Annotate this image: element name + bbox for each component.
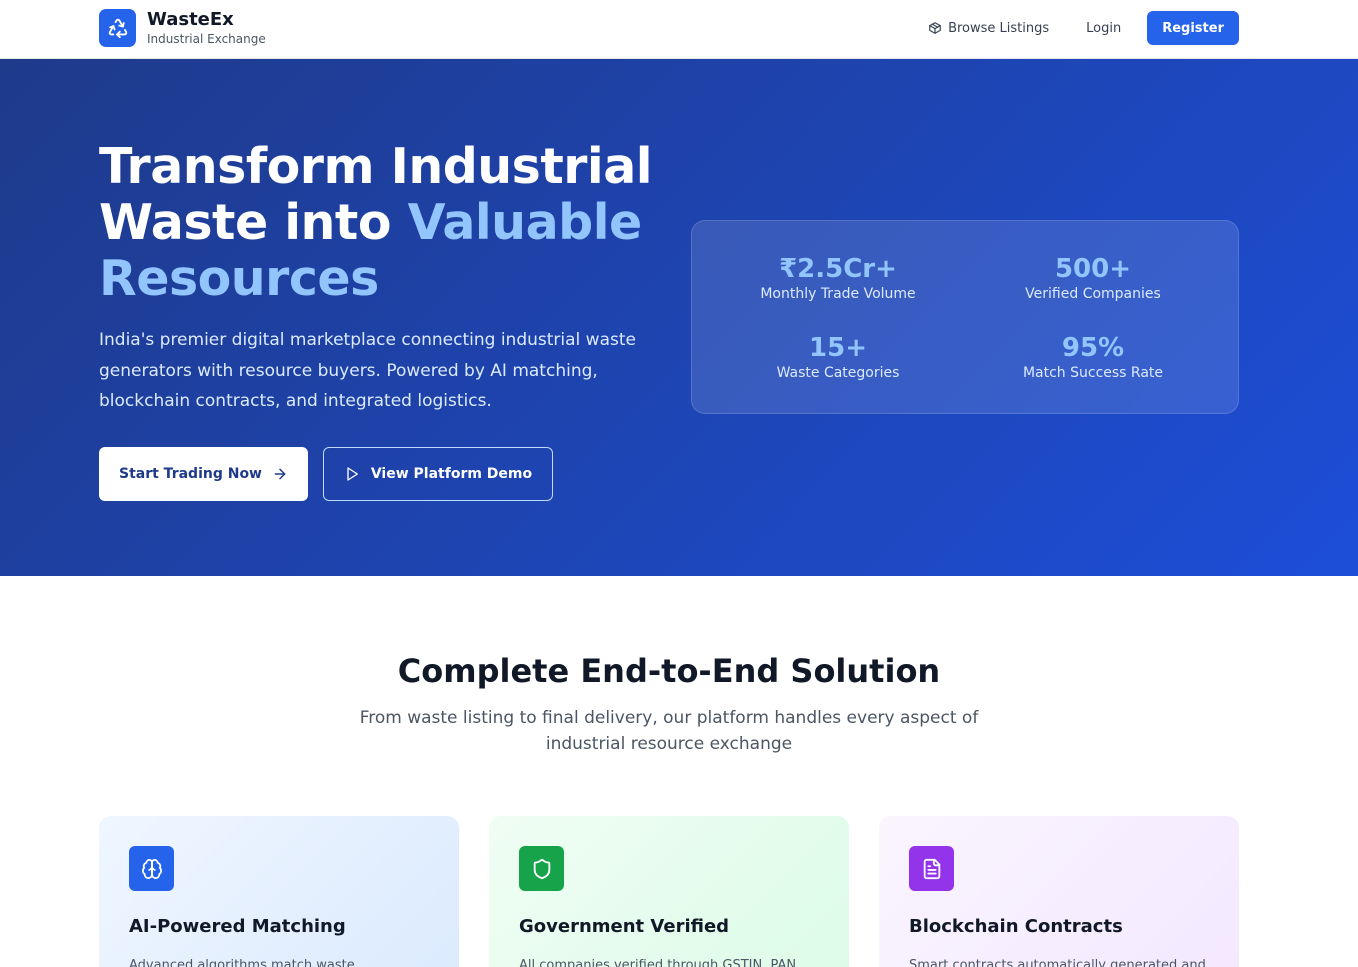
stat-waste-categories: 15+ Waste Categories: [728, 332, 948, 382]
stat-label: Waste Categories: [776, 365, 900, 381]
hero-description: India's premier digital marketplace conn…: [99, 330, 636, 411]
hero-title-line2b: Valuable: [407, 194, 643, 251]
stat-match-success: 95% Match Success Rate: [983, 332, 1203, 382]
start-trading-label: Start Trading Now: [118, 466, 262, 482]
feature-card-ai-matching[interactable]: AI-Powered Matching Advanced algorithms …: [99, 816, 459, 967]
top-navbar: WasteEx Industrial Exchange Browse Listi…: [0, 0, 1358, 59]
card-title: Blockchain Contracts: [909, 916, 1123, 937]
card-title: AI-Powered Matching: [129, 916, 346, 937]
arrow-right-icon: [274, 468, 286, 480]
hero-title-line1: Transform Industrial: [99, 138, 653, 195]
register-button[interactable]: Register: [1147, 11, 1239, 45]
stat-verified-companies: 500+ Verified Companies: [983, 253, 1203, 303]
stat-trade-volume: ₹2.5Cr+ Monthly Trade Volume: [728, 253, 948, 303]
stat-value: ₹2.5Cr+: [779, 254, 897, 284]
stat-value: 500+: [1054, 254, 1132, 284]
stats-panel: ₹2.5Cr+ Monthly Trade Volume 500+ Verifi…: [691, 220, 1239, 414]
card-title: Government Verified: [519, 916, 730, 937]
browse-listings-label: Browse Listings: [948, 20, 1050, 36]
solution-subtitle: From waste listing to final delivery, ou…: [359, 708, 979, 754]
brain-icon: [129, 846, 174, 891]
card-text: All companies verified through GSTIN, PA…: [519, 958, 797, 967]
recycle-icon: [99, 9, 136, 47]
package-icon: [929, 22, 941, 34]
brand-subtitle: Industrial Exchange: [147, 32, 266, 46]
hero-section: Transform Industrial Waste into Valuable…: [0, 59, 1358, 576]
feature-card-blockchain-contracts[interactable]: Blockchain Contracts Smart contracts aut…: [879, 816, 1239, 967]
stat-label: Match Success Rate: [1022, 365, 1164, 381]
stat-label: Monthly Trade Volume: [760, 286, 916, 302]
view-demo-label: View Platform Demo: [370, 466, 533, 482]
play-icon: [347, 467, 358, 481]
stat-label: Verified Companies: [1025, 286, 1161, 302]
document-icon: [909, 846, 954, 891]
brand-name: WasteEx: [147, 9, 234, 30]
hero-title-line3: Resources: [99, 250, 379, 307]
brand[interactable]: WasteEx Industrial Exchange: [99, 9, 266, 47]
stat-value: 95%: [1061, 333, 1125, 363]
start-trading-button[interactable]: Start Trading Now: [99, 447, 308, 501]
card-text: Smart contracts automatically generated …: [909, 958, 1206, 967]
browse-listings-link[interactable]: Browse Listings: [928, 21, 1049, 36]
card-text: Advanced algorithms match waste: [129, 958, 355, 967]
login-link[interactable]: Login: [1086, 21, 1121, 36]
shield-icon: [519, 846, 564, 891]
stat-value: 15+: [809, 333, 867, 363]
solution-title: Complete End-to-End Solution: [397, 652, 941, 690]
feature-card-government-verified[interactable]: Government Verified All companies verifi…: [489, 816, 849, 967]
view-demo-button[interactable]: View Platform Demo: [323, 447, 553, 501]
hero-title-line2a: Waste into: [99, 194, 408, 251]
hero-title: Transform Industrial Waste into Valuable…: [99, 139, 679, 307]
